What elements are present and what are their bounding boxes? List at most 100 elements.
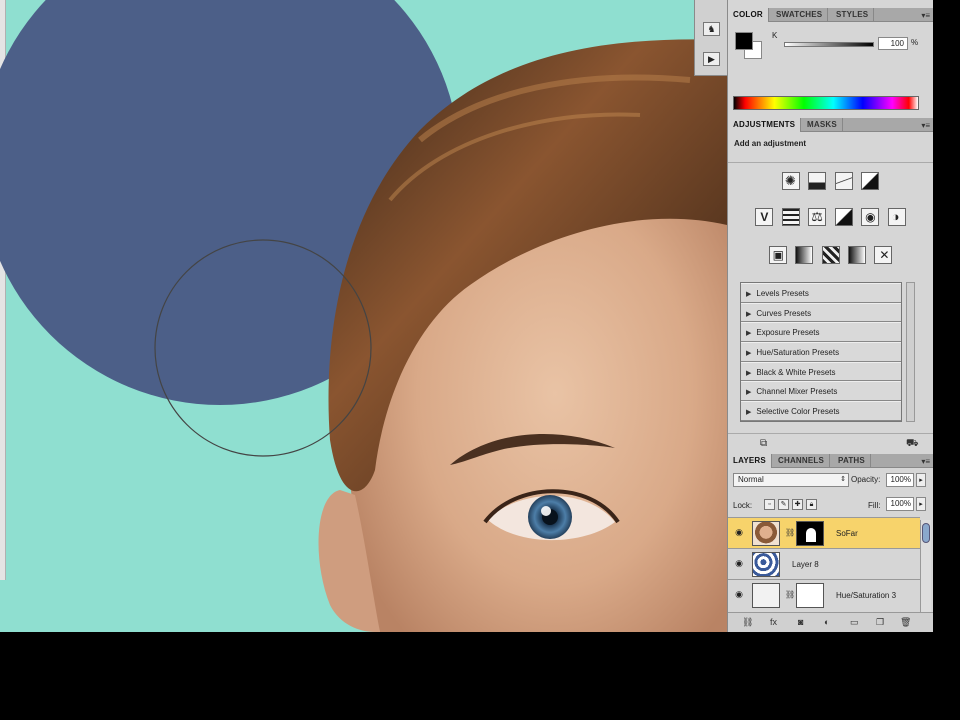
preset-label: Channel Mixer Presets	[756, 387, 838, 397]
preset-item[interactable]: ▶ Hue/Saturation Presets	[741, 342, 901, 362]
tab-adjustments[interactable]: ADJUSTMENTS	[728, 118, 802, 132]
right-black-border	[933, 0, 960, 632]
panel-menu-icon[interactable]: ▾≡	[921, 457, 930, 466]
brightness-contrast-icon[interactable]	[781, 172, 800, 190]
document-canvas[interactable]	[0, 0, 727, 632]
foreground-color-swatch[interactable]	[735, 32, 753, 50]
adjustment-presets-list: ▶ Levels Presets ▶ Curves Presets ▶ Exposur…	[740, 282, 902, 422]
posterize-icon[interactable]	[795, 246, 814, 264]
preset-item[interactable]: ▶ Curves Presets	[741, 302, 901, 323]
preset-item[interactable]: ▶ Selective Color Presets	[741, 401, 901, 421]
exposure-icon[interactable]	[861, 172, 880, 190]
layers-panel-tabs: LAYERS CHANNELS PATHS ▾≡	[728, 454, 933, 468]
lock-transparent-icon[interactable]: ▫	[764, 499, 775, 510]
lock-label: Lock:	[733, 501, 753, 510]
tab-styles[interactable]: STYLES	[831, 8, 875, 22]
tab-layers[interactable]: LAYERS	[728, 454, 772, 468]
preset-label: Curves Presets	[756, 308, 812, 318]
preset-item[interactable]: ▶ Levels Presets	[741, 283, 901, 303]
eye-icon[interactable]: ◉	[733, 558, 745, 568]
color-balance-icon[interactable]	[808, 208, 827, 226]
new-layer-icon[interactable]: ❐	[876, 617, 884, 628]
layer-thumbnail	[752, 552, 780, 577]
adjustment-icons-row-1	[728, 172, 933, 194]
expand-triangle-icon: ▶	[746, 350, 752, 358]
k-value-input[interactable]: 100	[878, 37, 908, 50]
layer-mask-thumbnail[interactable]	[796, 583, 824, 608]
hue-saturation-icon[interactable]	[781, 208, 800, 226]
play-icon[interactable]: ▶	[703, 52, 720, 66]
tab-channels[interactable]: CHANNELS	[773, 454, 831, 468]
lock-all-icon[interactable]: 🔒︎	[806, 499, 817, 510]
opacity-label: Opacity:	[851, 475, 881, 484]
eye-icon[interactable]: ◉	[733, 527, 745, 537]
presets-scrollbar[interactable]	[906, 282, 915, 422]
chain-link-icon[interactable]: ⛓	[785, 590, 795, 599]
chain-link-icon[interactable]: ⛓	[785, 528, 795, 537]
expand-triangle-icon: ▶	[746, 291, 752, 298]
clip-to-layer-icon[interactable]: ⧉	[760, 438, 767, 449]
new-adjustment-icon[interactable]: ◐	[824, 617, 829, 627]
black-white-icon[interactable]	[834, 208, 853, 226]
expand-triangle-icon: ▶	[746, 369, 752, 377]
k-unit-label: %	[911, 38, 919, 47]
select-arrows-icon: ⇕	[840, 476, 846, 483]
layer-row-hue-saturation-3[interactable]: ◉ ⛓ Hue/Saturation 3	[728, 579, 920, 610]
layer-row-sofar[interactable]: ◉ ⛓ SoFar	[728, 517, 920, 548]
preset-item[interactable]: ▶ Channel Mixer Presets	[741, 381, 901, 402]
preset-label: Exposure Presets	[756, 328, 820, 338]
adjustment-layer-icon	[752, 583, 780, 608]
new-group-icon[interactable]: ▭	[850, 617, 859, 628]
selective-color-icon[interactable]	[874, 246, 893, 264]
canvas-artwork	[0, 0, 727, 632]
gradient-map-icon[interactable]	[847, 246, 866, 264]
invert-icon[interactable]	[768, 246, 787, 264]
eye-icon[interactable]: ◉	[733, 589, 745, 599]
fill-input[interactable]: 100%	[886, 497, 914, 511]
panels-dock: COLOR SWATCHES STYLES ▾≡ K 100 % ADJUSTM…	[727, 0, 933, 632]
tab-swatches[interactable]: SWATCHES	[771, 8, 829, 22]
tab-masks[interactable]: MASKS	[802, 118, 843, 132]
layers-panel: LAYERS CHANNELS PATHS ▾≡ Normal ⇕ Opacit…	[728, 454, 933, 632]
link-layers-icon[interactable]: ⛓	[742, 617, 753, 628]
lock-image-icon[interactable]: ✎	[778, 499, 789, 510]
fill-dropdown-arrow[interactable]: ▸	[916, 497, 926, 511]
color-spectrum-bar[interactable]	[733, 96, 919, 110]
add-mask-icon[interactable]: ◙	[798, 617, 803, 627]
preset-label: Black & White Presets	[756, 367, 836, 377]
tab-color[interactable]: COLOR	[728, 8, 769, 22]
divider	[728, 162, 933, 163]
preset-item[interactable]: ▶ Exposure Presets	[741, 322, 901, 343]
preset-item[interactable]: ▶ Black & White Presets	[741, 361, 901, 382]
layer-row-layer-8[interactable]: ◉ Layer 8	[728, 548, 920, 579]
adjustments-title: Add an adjustment	[734, 139, 807, 148]
threshold-icon[interactable]	[821, 246, 840, 264]
channel-mixer-icon[interactable]	[887, 208, 906, 226]
vibrance-icon[interactable]	[755, 208, 774, 226]
curves-icon[interactable]	[834, 172, 853, 190]
adjustments-footer: ⧉ ⛟	[728, 433, 933, 454]
truck-icon[interactable]: ⛟	[906, 438, 919, 451]
layer-thumbnail	[752, 521, 780, 546]
lock-position-icon[interactable]: ✚	[792, 499, 803, 510]
adjustments-panel: ADJUSTMENTS MASKS ▾≡ Add an adjustment ✺…	[728, 118, 933, 454]
layer-style-icon[interactable]: fx	[770, 617, 777, 627]
tab-paths[interactable]: PATHS	[833, 454, 871, 468]
color-panel-tabs: COLOR SWATCHES STYLES ▾≡	[728, 8, 933, 22]
blend-mode-select[interactable]: Normal ⇕	[733, 473, 849, 487]
layers-footer: ⛓ fx ◙ ◐ ▭ ❐ 🗑︎	[728, 612, 933, 632]
k-slider[interactable]	[784, 42, 874, 47]
opacity-input[interactable]: 100%	[886, 473, 914, 487]
trash-icon[interactable]: 🗑︎	[900, 617, 911, 628]
photo-filter-icon[interactable]	[861, 208, 880, 226]
footprints-icon[interactable]: ♞	[703, 22, 720, 36]
layer-mask-thumbnail[interactable]	[796, 521, 824, 546]
levels-icon[interactable]	[808, 172, 827, 190]
fill-label: Fill:	[868, 501, 881, 510]
panel-menu-icon[interactable]: ▾≡	[921, 11, 930, 20]
layers-scrollbar[interactable]	[920, 520, 931, 614]
blend-mode-value: Normal	[738, 475, 764, 484]
opacity-dropdown-arrow[interactable]: ▸	[916, 473, 926, 487]
panel-menu-icon[interactable]: ▾≡	[921, 121, 930, 130]
scrollbar-thumb[interactable]	[922, 523, 930, 543]
